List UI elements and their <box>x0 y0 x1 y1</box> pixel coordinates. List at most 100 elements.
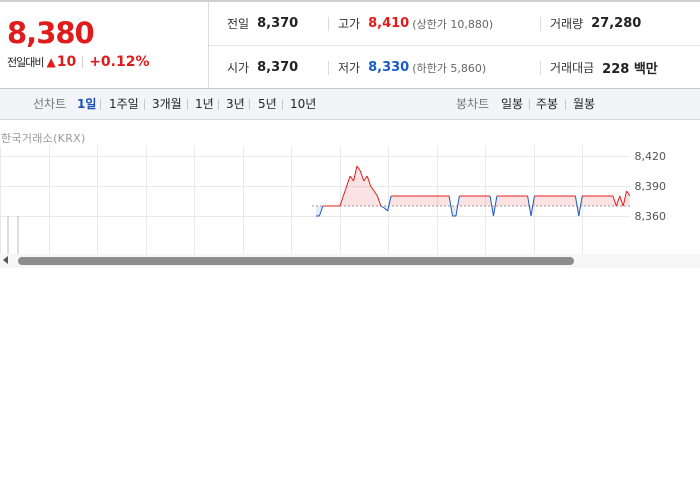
fill-segment <box>541 196 545 206</box>
prev-close-value: 8,370 <box>257 16 299 31</box>
fill-segment <box>418 196 422 206</box>
divider <box>100 99 101 110</box>
divider <box>144 99 145 110</box>
open-value: 8,370 <box>257 60 299 75</box>
fill-segment <box>548 196 552 206</box>
candle-chart-label: 봉차트 <box>456 97 490 111</box>
intraday-chart: 8,420 8,390 8,360 <box>0 146 700 256</box>
change-label: 전일대비 <box>7 56 44 69</box>
up-triangle-icon: ▲ <box>46 55 56 69</box>
fill-segment <box>435 196 439 206</box>
trade-value-label: 거래대금 <box>550 61 595 75</box>
tab-5-years[interactable]: 5년 <box>258 89 277 119</box>
divider <box>328 17 329 31</box>
y-tick-label: 8,360 <box>635 210 667 223</box>
tab-1-week[interactable]: 1주일 <box>109 89 139 119</box>
fill-segment <box>432 196 436 206</box>
tab-monthly-candle[interactable]: 월봉 <box>573 89 595 119</box>
fill-segment <box>592 196 596 206</box>
y-axis: 8,420 8,390 8,360 <box>635 150 667 223</box>
fill-segment <box>554 196 559 206</box>
fill-segment <box>452 206 456 216</box>
fill-segment <box>599 196 603 206</box>
tab-1-year[interactable]: 1년 <box>195 89 214 119</box>
fill-segment <box>561 196 566 206</box>
fill-segment <box>425 196 429 206</box>
fill-segment <box>551 196 555 206</box>
change-amount: 10 <box>56 54 77 70</box>
divider <box>282 99 283 110</box>
fill-segment <box>473 196 477 206</box>
tab-daily-candle[interactable]: 일봉 <box>501 89 523 119</box>
fill-segment <box>589 196 593 206</box>
upper-limit: (상한가 10,880) <box>412 17 494 31</box>
tab-3-months[interactable]: 3개월 <box>152 89 182 119</box>
low-label: 저가 <box>338 61 361 75</box>
fill-segment <box>565 196 569 206</box>
stats-table: 전일 8,370 고가 8,410 (상한가 10,880) 거래량 27,28… <box>209 2 700 89</box>
volume: 거래량 27,280 <box>550 2 641 45</box>
divider <box>540 17 541 31</box>
trade-value-value: 228 백만 <box>602 62 658 77</box>
fill-segment <box>442 196 446 206</box>
fill-segment <box>513 196 518 206</box>
tab-weekly-candle[interactable]: 주봉 <box>536 89 558 119</box>
scroll-thumb[interactable] <box>18 257 574 265</box>
fill-segment <box>404 196 409 206</box>
fill-segment <box>517 196 521 206</box>
divider <box>82 56 84 68</box>
fill-segment <box>524 196 528 206</box>
fill-segment <box>391 196 395 206</box>
tab-1-day[interactable]: 1일 <box>77 89 96 119</box>
scroll-left-icon[interactable] <box>3 256 8 264</box>
prev-close: 전일 8,370 <box>227 2 298 45</box>
fill-segment <box>421 196 426 206</box>
fill-segment <box>394 196 398 206</box>
low-value: 8,330 <box>368 60 410 75</box>
fill-segment <box>571 196 576 206</box>
chart-period-tabs: 선차트 1일 1주일 3개월 1년 3년 5년 10년 봉차트 일봉 주봉 월봉 <box>0 89 700 120</box>
fill-segment <box>438 196 443 206</box>
low: 저가 8,330 (하한가 5,860) <box>338 46 486 89</box>
tab-10-years[interactable]: 10년 <box>290 89 316 119</box>
fill-segment <box>466 196 470 206</box>
fill-segment <box>606 196 610 206</box>
price-change: 전일대비 ▲ 10 +0.12% <box>7 54 150 70</box>
price-chart: 8,420 8,390 8,360 <box>0 146 667 256</box>
fill-segment <box>486 196 491 206</box>
fill-segment <box>414 196 419 206</box>
fill-segment <box>500 196 504 206</box>
fill-segment <box>510 196 514 206</box>
fill-segment <box>476 196 480 206</box>
line-chart-label: 선차트 <box>33 97 67 111</box>
change-rate: +0.12% <box>89 54 150 70</box>
fill-segment <box>445 196 450 206</box>
volume-value: 27,280 <box>591 16 642 31</box>
fill-segment <box>582 196 586 206</box>
fill-segment <box>534 196 538 206</box>
fill-segment <box>609 196 613 206</box>
open-label: 시가 <box>227 61 250 75</box>
fill-segment <box>568 196 572 206</box>
lower-limit: (하한가 5,860) <box>412 61 487 75</box>
tab-3-years[interactable]: 3년 <box>226 89 245 119</box>
y-tick-label: 8,390 <box>635 180 667 193</box>
fill-segment <box>459 196 463 206</box>
fill-segment <box>408 196 412 206</box>
current-price: 8,380 <box>7 16 95 50</box>
fill-segment <box>479 196 484 206</box>
y-tick-label: 8,420 <box>635 150 667 163</box>
prev-close-label: 전일 <box>227 17 250 31</box>
fill-segment <box>356 166 361 206</box>
fill-segment <box>507 196 511 206</box>
high-label: 고가 <box>338 17 361 31</box>
fill-segment <box>595 196 600 206</box>
fill-segment <box>537 196 542 206</box>
divider <box>529 99 530 110</box>
volume-label: 거래량 <box>550 17 584 31</box>
fill-segment <box>585 196 590 206</box>
fill-segment <box>602 196 607 206</box>
divider <box>187 99 188 110</box>
fill-segment <box>520 196 525 206</box>
fill-segment <box>469 196 473 206</box>
